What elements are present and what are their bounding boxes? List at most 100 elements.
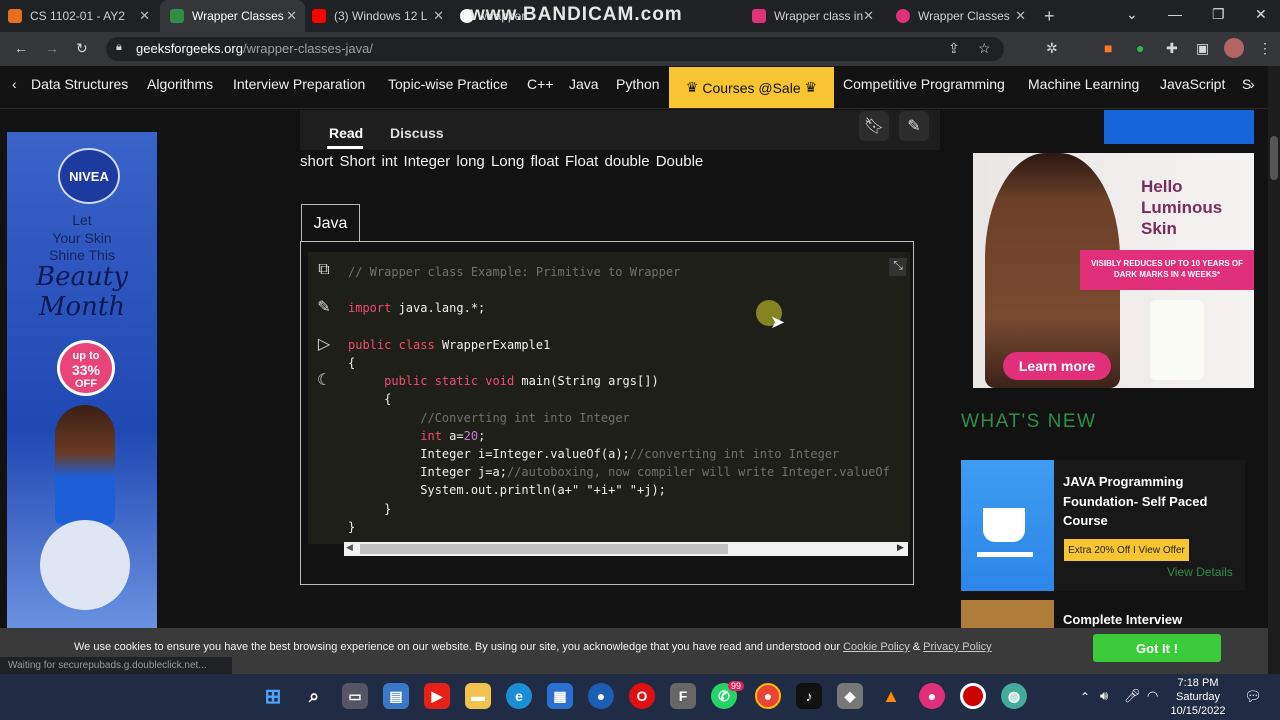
scroll-right-icon[interactable]: ▶ [897, 542, 904, 553]
ad-claim-band: VISIBLY REDUCES UP TO 10 YEARS OF DARK M… [1080, 250, 1254, 290]
browser-tab[interactable]: Wrapper Classes ✕ [896, 0, 1034, 32]
store-icon[interactable]: ▦ [547, 683, 573, 709]
right-top-banner[interactable] [1104, 110, 1254, 144]
nav-javascript[interactable]: JavaScript [1160, 76, 1225, 92]
firefox-icon[interactable]: ● [588, 683, 614, 709]
bookmark-icon[interactable]: 🔖︎ [859, 111, 889, 141]
nav-machine-learning[interactable]: Machine Learning [1028, 76, 1139, 92]
edit-code-icon[interactable]: ✎ [313, 297, 335, 319]
nav-interview-preparation[interactable]: Interview Preparation [233, 76, 365, 92]
vlc-icon[interactable]: ▲ [878, 683, 904, 709]
close-icon[interactable]: ✕ [139, 8, 150, 24]
nav-next-icon[interactable]: › [1250, 76, 1255, 92]
task-view-icon[interactable]: ▭ [342, 683, 368, 709]
bandicam-record-icon[interactable] [960, 683, 986, 709]
tab-title: Wrapper class in [774, 9, 864, 23]
app-icon[interactable]: ● [919, 683, 945, 709]
new-tab-button[interactable]: + [1044, 0, 1064, 32]
system-clock[interactable]: 7:18 PM Saturday 10/15/2022 [1168, 676, 1228, 718]
code-comment: // Wrapper class Example: Primitive to W… [348, 265, 681, 279]
copy-icon[interactable]: ⧉ [313, 261, 335, 283]
forward-icon[interactable]: → [45, 40, 59, 56]
scroll-left-icon[interactable]: ◀ [346, 542, 353, 553]
chrome-icon[interactable]: ● [755, 683, 781, 709]
chevron-up-icon[interactable]: ⌃ [1080, 690, 1090, 704]
nav-java[interactable]: Java [569, 76, 599, 92]
extension-gear-icon[interactable]: ✲ [1046, 40, 1058, 57]
tab-java[interactable]: Java [301, 204, 360, 243]
offer-badge[interactable]: Extra 20% Off I View Offer [1064, 539, 1189, 561]
tab-read[interactable]: Read [329, 125, 363, 141]
close-icon[interactable]: ✕ [863, 8, 874, 24]
edge-icon[interactable]: e [506, 683, 532, 709]
learn-more-button[interactable]: Learn more [1003, 352, 1111, 380]
nav-algorithms[interactable]: Algorithms [147, 76, 213, 92]
windows-start-icon[interactable]: ⊞ [260, 683, 286, 709]
code-keyword: import [348, 301, 392, 316]
avatar[interactable] [1224, 38, 1244, 58]
course-title[interactable]: Complete Interview [1063, 612, 1182, 627]
tiktok-icon[interactable]: ♪ [796, 683, 822, 709]
got-it-button[interactable]: Got It ! [1093, 634, 1221, 662]
microphone-icon[interactable]: 🎤︎ [1124, 688, 1141, 704]
notification-center-icon[interactable]: 💬︎ [1244, 688, 1262, 705]
close-icon[interactable]: ✕ [1015, 8, 1026, 24]
tab-discuss[interactable]: Discuss [390, 125, 444, 141]
nav-cpp[interactable]: C++ [527, 76, 553, 92]
scrollbar-thumb[interactable] [360, 544, 728, 554]
code-text: main(String args[]) [514, 374, 659, 389]
minimize-icon[interactable]: — [1168, 6, 1182, 22]
nav-topic-wise-practice[interactable]: Topic-wise Practice [388, 76, 508, 92]
menu-icon[interactable]: ⋮ [1258, 40, 1272, 57]
opera-icon[interactable]: O [629, 683, 655, 709]
back-icon[interactable]: ← [14, 40, 28, 56]
code-text: System.out.println(a+" "+i+" "+j); [420, 483, 666, 498]
chevron-down-icon[interactable]: ⌄ [1126, 6, 1138, 23]
widgets-icon[interactable]: ▤ [383, 683, 409, 709]
app-icon[interactable]: F [670, 683, 696, 709]
run-icon[interactable]: ▷ [313, 334, 335, 356]
cup-shape [983, 508, 1025, 542]
puzzle-icon[interactable]: ✚ [1166, 40, 1178, 57]
wifi-icon[interactable]: ◠ [1147, 688, 1158, 704]
extension-icon[interactable]: ■ [1104, 40, 1112, 56]
app-icon[interactable]: ◍ [1001, 683, 1027, 709]
extension-green-icon[interactable]: ● [1136, 40, 1144, 56]
reload-icon[interactable]: ↻ [76, 40, 88, 57]
nav-courses-sale[interactable]: ♛ Courses @Sale ♛ [669, 67, 834, 108]
privacy-policy-link[interactable]: Privacy Policy [923, 641, 991, 653]
search-icon[interactable]: ⌕ [301, 683, 327, 709]
edit-icon[interactable]: ✎ [899, 111, 929, 141]
file-explorer-icon[interactable]: ▬ [465, 683, 491, 709]
close-icon[interactable]: ✕ [286, 8, 297, 24]
browser-tab[interactable]: (3) Windows 12 L ✕ [312, 0, 452, 32]
browser-tab[interactable]: Wrapper class in ✕ [752, 0, 882, 32]
browser-tab-active[interactable]: Wrapper Classes ✕ [160, 0, 305, 32]
app-icon[interactable]: ◆ [837, 683, 863, 709]
course-title[interactable]: JAVA Programming Foundation- Self Paced … [1063, 472, 1233, 531]
browser-tab[interactable]: CS 1102-01 - AY2 ✕ [8, 0, 158, 32]
url-text[interactable]: geeksforgeeks.org/wrapper-classes-java/ [136, 41, 373, 56]
theme-moon-icon[interactable]: ☾ [313, 370, 335, 392]
maximize-icon[interactable]: ❐ [1212, 6, 1225, 23]
discount-badge: up to 33% OFF [57, 340, 115, 396]
speaker-icon[interactable]: 🔊︎ [1100, 688, 1108, 704]
clock-date: 10/15/2022 [1170, 705, 1226, 717]
cookie-policy-link[interactable]: Cookie Policy [843, 641, 910, 653]
nav-python[interactable]: Python [616, 76, 660, 92]
nav-data-structures[interactable]: Data Structures [31, 76, 128, 92]
sidepanel-icon[interactable]: ▣ [1196, 40, 1209, 57]
expand-icon[interactable]: ⤡ [889, 258, 907, 276]
lock-icon[interactable]: 🔒︎ [116, 41, 122, 54]
page-scrollbar-thumb[interactable] [1270, 136, 1278, 180]
star-icon[interactable]: ☆ [978, 40, 991, 57]
nav-prev-icon[interactable]: ‹ [12, 76, 17, 92]
youtube-app-icon[interactable]: ▶ [424, 683, 450, 709]
notification-badge: 99 [728, 681, 745, 691]
nav-competitive-programming[interactable]: Competitive Programming [843, 76, 1005, 92]
close-icon[interactable]: ✕ [433, 8, 444, 24]
cookie-text: We use cookies to ensure you have the be… [74, 641, 992, 653]
view-details-link[interactable]: View Details [1167, 565, 1233, 579]
window-close-icon[interactable]: ✕ [1255, 6, 1267, 23]
share-icon[interactable]: ⇪ [948, 40, 960, 57]
